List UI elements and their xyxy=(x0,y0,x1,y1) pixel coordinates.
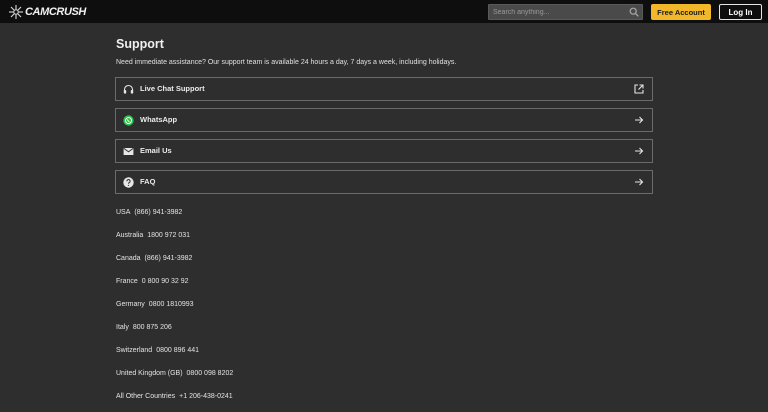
logo-burst-icon xyxy=(9,4,23,19)
live-chat-support-button[interactable]: Live Chat Support xyxy=(115,77,653,101)
phone-germany: Germany 0800 1810993 xyxy=(116,301,194,308)
phone-number[interactable]: 0 800 90 32 92 xyxy=(142,278,189,285)
phone-australia: Australia 1800 972 031 xyxy=(116,232,190,239)
whatsapp-icon xyxy=(123,115,134,126)
top-navigation-bar: CAMCRUSH Free Account Log In xyxy=(0,0,768,23)
search-icon[interactable] xyxy=(629,7,639,17)
phone-number[interactable]: (866) 941-3982 xyxy=(134,209,182,216)
phone-usa: USA (866) 941-3982 xyxy=(116,209,182,216)
phone-number[interactable]: 800 875 206 xyxy=(133,324,172,331)
headset-icon xyxy=(123,84,134,94)
site-logo[interactable]: CAMCRUSH xyxy=(9,4,86,19)
phone-france: France 0 800 90 32 92 xyxy=(116,278,189,285)
phone-united-kingdom: United Kingdom (GB) 0800 098 8202 xyxy=(116,370,233,377)
live-chat-support-label: Live Chat Support xyxy=(140,84,205,93)
phone-all-other-countries: All Other Countries +1 206-438-0241 xyxy=(116,393,233,400)
support-intro-text: Need immediate assistance? Our support t… xyxy=(116,59,457,66)
phone-number[interactable]: 1800 972 031 xyxy=(147,232,190,239)
phone-country: Italy xyxy=(116,324,129,331)
external-link-icon xyxy=(634,84,644,94)
faq-button[interactable]: FAQ xyxy=(115,170,653,194)
free-account-button[interactable]: Free Account xyxy=(651,4,711,20)
phone-canada: Canada (866) 941-3982 xyxy=(116,255,192,262)
arrow-right-icon xyxy=(635,178,644,186)
mail-icon xyxy=(123,148,134,155)
phone-number[interactable]: 0800 896 441 xyxy=(156,347,199,354)
phone-number[interactable]: 0800 098 8202 xyxy=(187,370,234,377)
phone-country: Australia xyxy=(116,232,144,239)
email-us-button[interactable]: Email Us xyxy=(115,139,653,163)
login-button[interactable]: Log In xyxy=(719,4,762,20)
arrow-right-icon xyxy=(635,147,644,155)
logo-text: CAMCRUSH xyxy=(25,5,86,18)
phone-number[interactable]: 0800 1810993 xyxy=(149,301,194,308)
phone-number[interactable]: (866) 941-3982 xyxy=(145,255,193,262)
phone-country: France xyxy=(116,278,138,285)
phone-switzerland: Switzerland 0800 896 441 xyxy=(116,347,199,354)
arrow-right-icon xyxy=(635,116,644,124)
email-us-label: Email Us xyxy=(140,146,172,155)
phone-country: USA xyxy=(116,209,131,216)
whatsapp-button[interactable]: WhatsApp xyxy=(115,108,653,132)
faq-label: FAQ xyxy=(140,177,156,186)
phone-country: Germany xyxy=(116,301,145,308)
phone-country: All Other Countries xyxy=(116,393,176,400)
phone-country: United Kingdom (GB) xyxy=(116,370,183,377)
whatsapp-label: WhatsApp xyxy=(140,115,178,124)
phone-country: Canada xyxy=(116,255,141,262)
phone-country: Switzerland xyxy=(116,347,153,354)
search-box[interactable] xyxy=(488,4,643,20)
question-icon xyxy=(123,177,134,188)
search-input[interactable] xyxy=(493,5,628,19)
page-title: Support xyxy=(116,37,164,51)
phone-italy: Italy 800 875 206 xyxy=(116,324,172,331)
phone-number[interactable]: +1 206-438-0241 xyxy=(179,393,233,400)
